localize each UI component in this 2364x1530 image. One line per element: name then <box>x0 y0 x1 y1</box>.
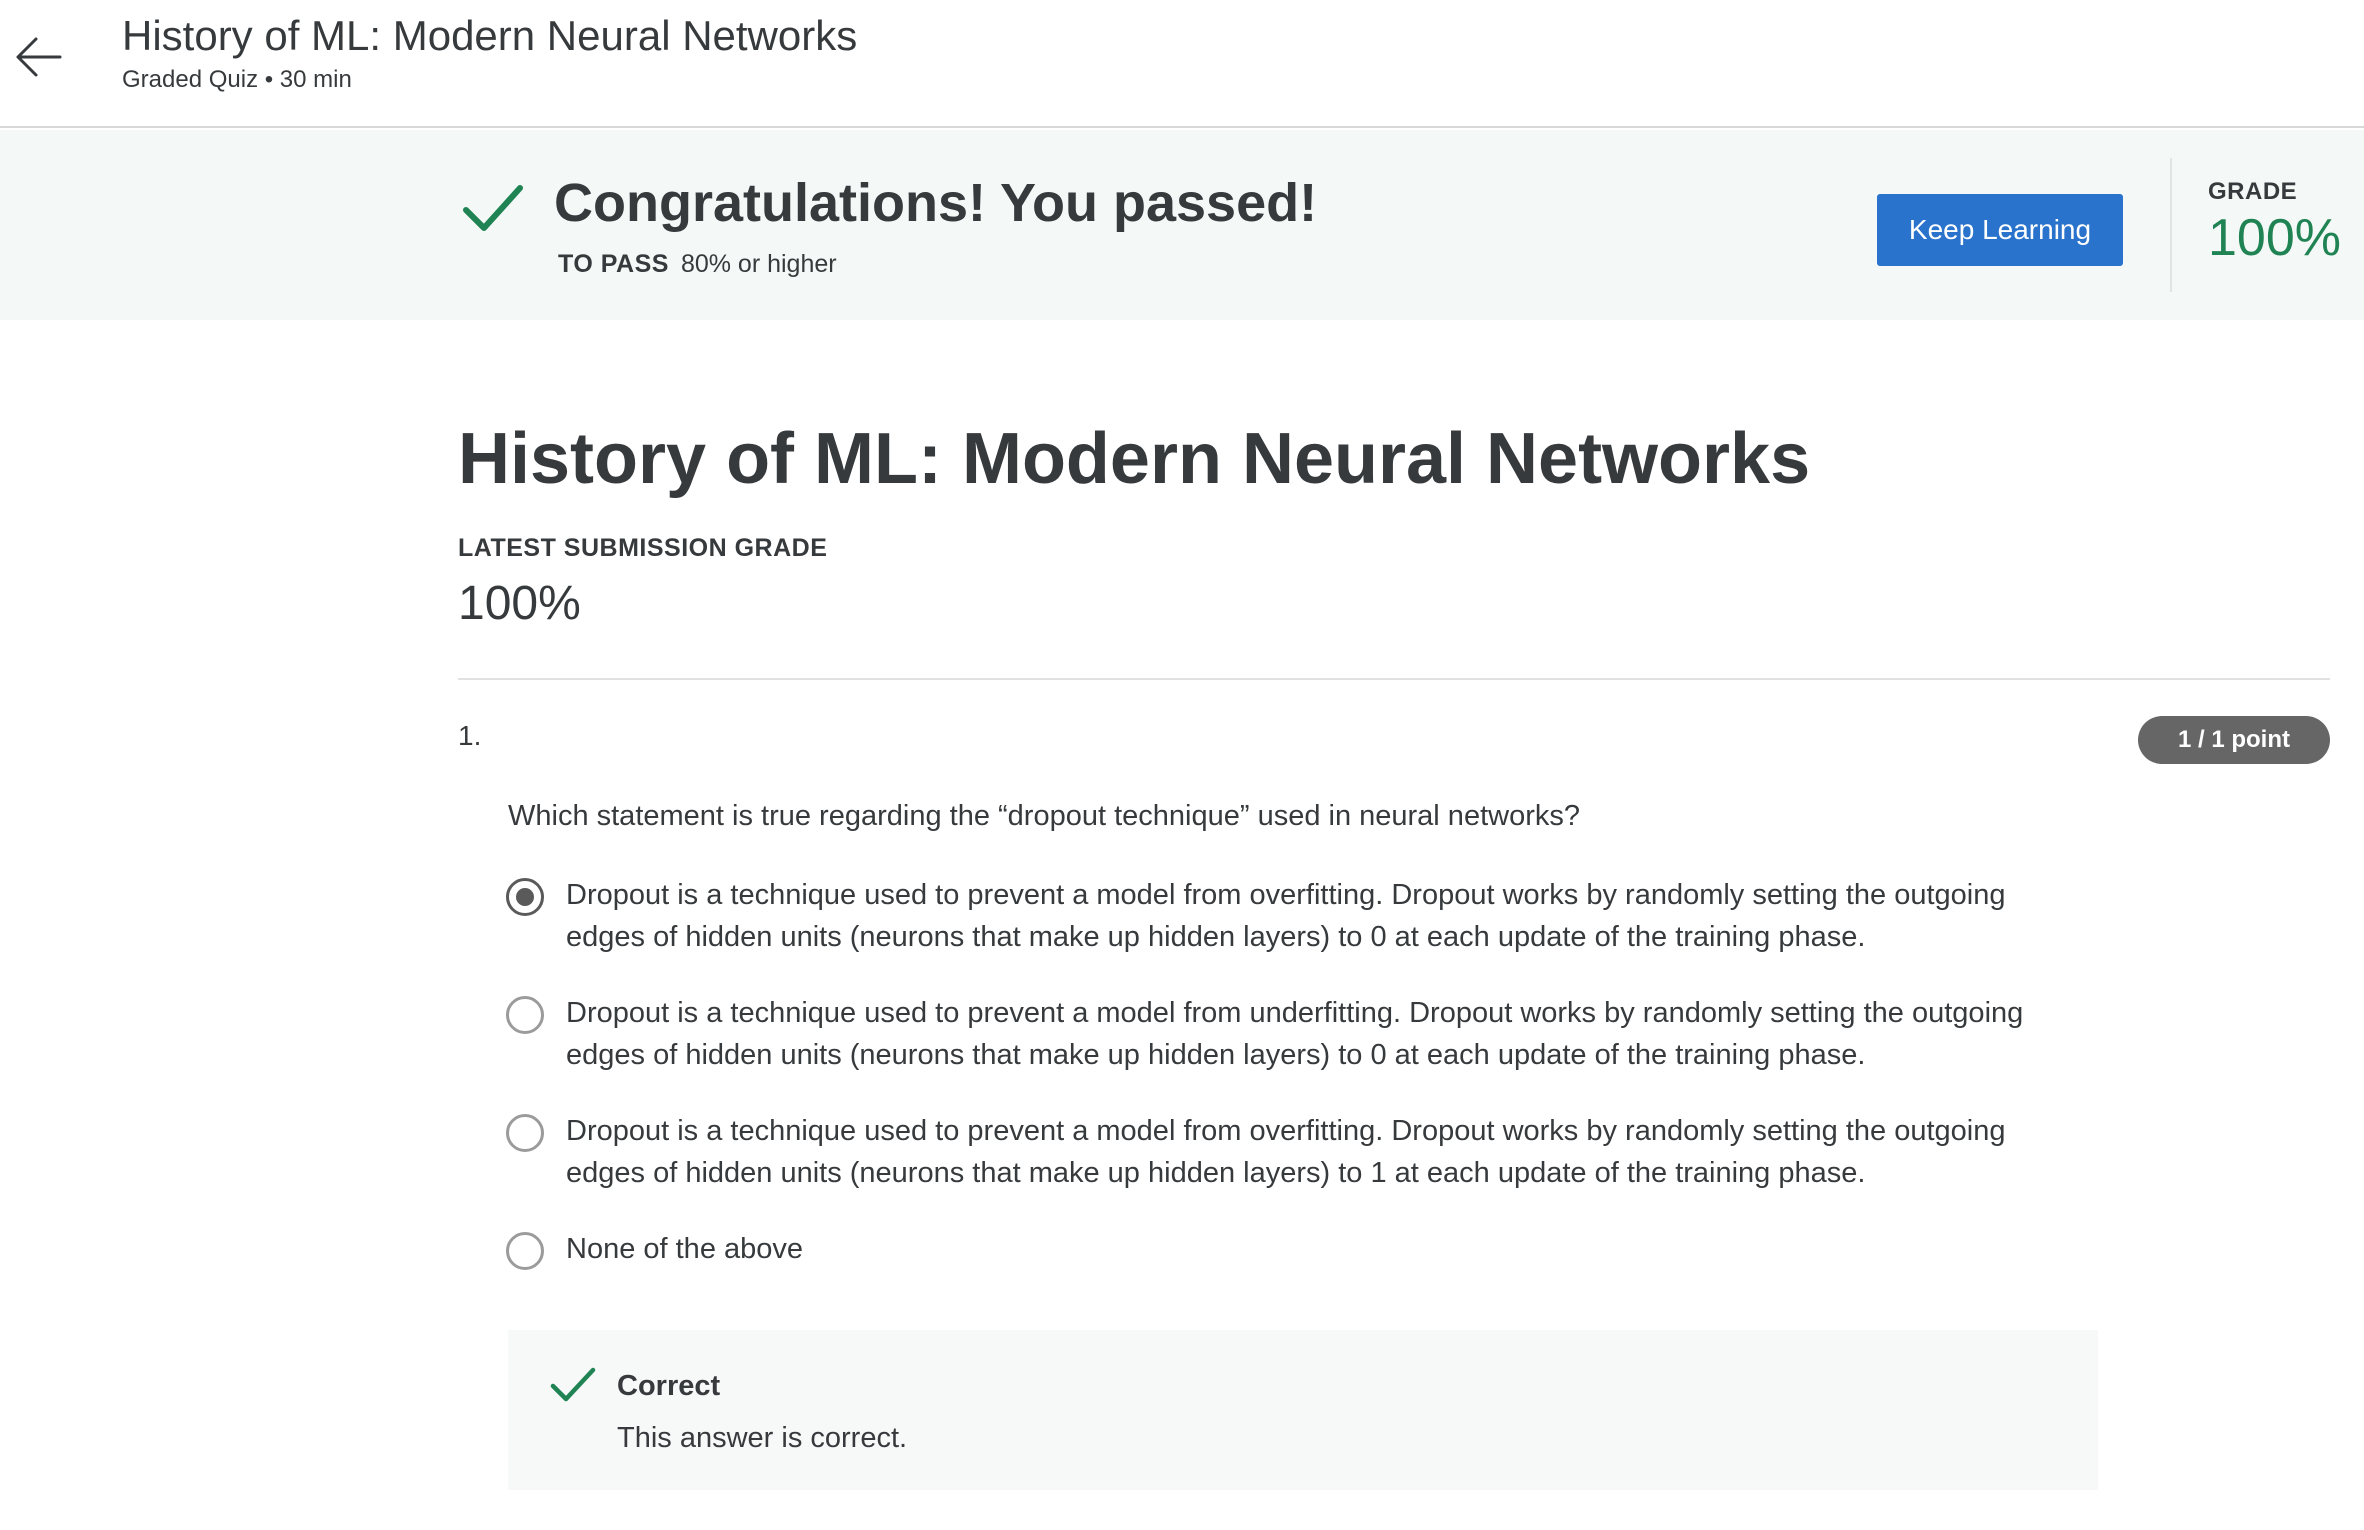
feedback-box: Correct This answer is correct. <box>508 1330 2098 1490</box>
option-text: Dropout is a technique used to prevent a… <box>566 1110 2126 1194</box>
option-text-line: edges of hidden units (neurons that make… <box>566 921 1866 953</box>
to-pass-info: TO PASS 80% or higher <box>558 250 837 279</box>
points-badge: 1 / 1 point <box>2138 716 2330 764</box>
to-pass-value: 80% or higher <box>680 250 837 278</box>
back-button[interactable] <box>12 30 66 84</box>
option-text-line: Dropout is a technique used to prevent a… <box>566 997 2024 1029</box>
pass-banner: Congratulations! You passed! TO PASS 80% … <box>0 130 2364 320</box>
grade-value: 100% <box>2208 209 2341 267</box>
option-text-line: Dropout is a technique used to prevent a… <box>566 879 2006 911</box>
grade-label: GRADE <box>2208 178 2298 205</box>
feedback-title: Correct <box>617 1370 721 1402</box>
latest-grade-label: LATEST SUBMISSION GRADE <box>458 534 828 562</box>
question-text: Which statement is true regarding the “d… <box>508 800 1580 832</box>
to-pass-label: TO PASS <box>558 250 669 278</box>
feedback-text: This answer is correct. <box>617 1422 908 1454</box>
keep-learning-button[interactable]: Keep Learning <box>1877 194 2123 266</box>
option-text-line: edges of hidden units (neurons that make… <box>566 1157 1866 1189</box>
checkmark-icon <box>550 1366 596 1404</box>
top-bar: History of ML: Modern Neural Networks Gr… <box>0 0 2364 128</box>
radio-button-selected[interactable] <box>506 878 544 916</box>
latest-grade-value: 100% <box>458 577 581 630</box>
page-title: History of ML: Modern Neural Networks <box>458 419 1811 499</box>
arrow-left-icon <box>16 37 62 77</box>
radio-button[interactable] <box>506 1232 544 1270</box>
option-text-line: Dropout is a technique used to prevent a… <box>566 1115 2006 1147</box>
radio-button[interactable] <box>506 1114 544 1152</box>
option-text-line: edges of hidden units (neurons that make… <box>566 1039 1866 1071</box>
option-text: None of the above <box>566 1228 2126 1270</box>
checkmark-icon <box>462 182 524 234</box>
radio-button[interactable] <box>506 996 544 1034</box>
divider <box>458 678 2330 680</box>
pass-title: Congratulations! You passed! <box>554 173 1318 233</box>
header-title: History of ML: Modern Neural Networks <box>122 12 858 59</box>
question-number: 1. <box>458 720 482 751</box>
option-text: Dropout is a technique used to prevent a… <box>566 874 2126 958</box>
option-text: Dropout is a technique used to prevent a… <box>566 992 2126 1076</box>
header-subtitle: Graded Quiz • 30 min <box>122 66 352 93</box>
radio-dot <box>516 888 534 906</box>
option-text-line: None of the above <box>566 1233 804 1265</box>
banner-divider <box>2170 158 2172 292</box>
